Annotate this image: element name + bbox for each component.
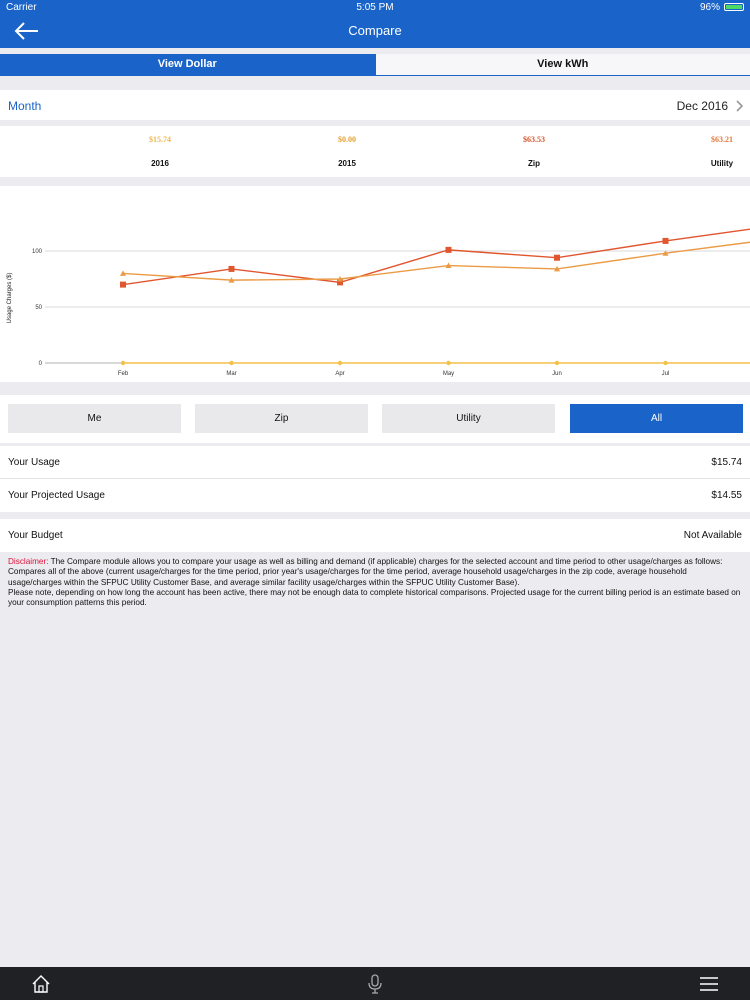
budget-info: Your Budget Not Available xyxy=(0,519,750,552)
usage-line-chart: Usage Charges ($) 0 50 100 Feb Mar Apr May Jun J… xyxy=(7,228,750,377)
summary-label: Utility xyxy=(710,159,734,168)
battery-icon xyxy=(724,3,744,11)
data-point xyxy=(229,360,234,366)
y-tick-label: 50 xyxy=(35,305,42,311)
y-tick-label: 100 xyxy=(32,249,43,255)
summary-label: 2016 xyxy=(151,159,169,168)
view-kwh-tab[interactable]: View kWh xyxy=(374,54,750,75)
summary-amount: $0.00 xyxy=(338,135,356,144)
chevron-right-icon xyxy=(734,99,744,112)
data-point xyxy=(663,360,668,366)
bottom-tab-bar xyxy=(0,967,750,1000)
data-point xyxy=(446,360,451,366)
period-value: Dec 2016 xyxy=(676,99,728,113)
summary-amount: $63.21 xyxy=(711,135,733,144)
x-tick-label: Jun xyxy=(552,371,562,377)
y-axis-label: Usage Charges ($) xyxy=(7,273,13,324)
battery-percent: 96% xyxy=(699,2,720,13)
your-usage-value: $15.74 xyxy=(711,457,742,468)
usage-info: Your Usage $15.74 Your Projected Usage $… xyxy=(0,446,750,512)
y-tick-label: 0 xyxy=(39,361,43,367)
series-line xyxy=(122,241,750,281)
data-point xyxy=(228,265,235,272)
summary-amount: $15.74 xyxy=(149,135,171,144)
status-bar: Carrier 5:05 PM 96% xyxy=(0,0,750,14)
microphone-icon[interactable] xyxy=(364,973,386,995)
data-point xyxy=(554,254,560,261)
projected-usage-row: Your Projected Usage $14.55 xyxy=(0,479,750,512)
usage-chart: Usage Charges ($) 0 50 100 Feb Mar Apr May Jun J… xyxy=(0,186,750,382)
summary-label: Zip xyxy=(528,159,540,168)
summary-utility: $63.21 Utility xyxy=(672,126,750,177)
your-usage-row: Your Usage $15.74 xyxy=(0,446,750,479)
x-tick-label: Feb xyxy=(118,371,129,377)
filter-all-button[interactable]: All xyxy=(570,404,743,433)
home-icon[interactable] xyxy=(30,973,52,995)
series-line xyxy=(122,228,750,286)
status-time: 5:05 PM xyxy=(356,2,394,13)
budget-value: Not Available xyxy=(683,530,742,541)
x-tick-label: Jul xyxy=(662,371,670,377)
data-point xyxy=(554,360,560,366)
disclaimer-comparisons: Compares all of the above (current usage… xyxy=(8,567,687,587)
page-title: Compare xyxy=(348,23,402,38)
projected-usage-value: $14.55 xyxy=(711,490,742,501)
nav-bar: Compare xyxy=(0,14,750,48)
data-point xyxy=(337,360,343,366)
view-dollar-tab[interactable]: View Dollar xyxy=(0,54,375,75)
data-point xyxy=(445,246,452,253)
disclaimer-paragraph: Disclaimer: The Compare module allows yo… xyxy=(8,557,742,567)
data-point xyxy=(662,237,669,244)
filter-zip-button[interactable]: Zip xyxy=(195,404,368,433)
hamburger-menu-icon[interactable] xyxy=(698,973,720,995)
summary-amount: $63.53 xyxy=(523,135,545,144)
data-point xyxy=(120,360,126,366)
budget-row: Your Budget Not Available xyxy=(0,519,750,552)
view-toggle: View Dollar View kWh xyxy=(0,54,750,76)
disclaimer: Disclaimer: The Compare module allows yo… xyxy=(8,557,742,608)
period-label: Month xyxy=(8,99,42,113)
filter-me-button[interactable]: Me xyxy=(8,404,181,433)
budget-label: Your Budget xyxy=(8,530,63,541)
x-tick-label: May xyxy=(443,371,454,377)
projected-usage-label: Your Projected Usage xyxy=(8,490,105,501)
x-tick-label: Apr xyxy=(335,371,344,377)
disclaimer-intro: The Compare module allows you to compare… xyxy=(48,557,723,566)
summary-zip: $63.53 Zip xyxy=(484,126,584,177)
x-tick-label: Mar xyxy=(226,371,236,377)
disclaimer-label: Disclaimer: xyxy=(8,557,49,566)
period-selector[interactable]: Month Dec 2016 xyxy=(0,90,750,120)
comparison-filters: Me Zip Utility All xyxy=(0,395,750,443)
summary-2016: $15.74 2016 xyxy=(110,126,210,177)
disclaimer-note: Please note, depending on how long the a… xyxy=(8,587,741,608)
data-point xyxy=(120,281,126,288)
summary-2015: $0.00 2015 xyxy=(297,126,397,177)
summary-label: 2015 xyxy=(338,159,356,168)
comparison-summary: $15.74 2016 $0.00 2015 $63.53 Zip $63.21… xyxy=(0,126,750,177)
filter-utility-button[interactable]: Utility xyxy=(382,404,555,433)
your-usage-label: Your Usage xyxy=(8,457,60,468)
